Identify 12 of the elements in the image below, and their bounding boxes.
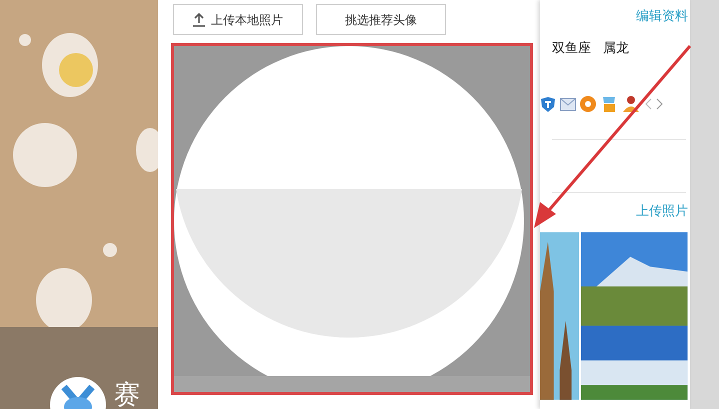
disc-icon xyxy=(580,96,596,112)
figure-icon xyxy=(622,95,640,113)
user-name: 赛 xyxy=(114,381,140,409)
mail-icon xyxy=(560,98,576,110)
upload-icon xyxy=(193,12,205,26)
upload-button[interactable]: 上传本地照片 xyxy=(173,4,303,35)
next-icon[interactable] xyxy=(656,98,664,110)
previous-icon[interactable] xyxy=(644,98,652,110)
profile-tag: 属龙 xyxy=(603,38,629,57)
choose-avatar-button[interactable]: 挑选推荐头像 xyxy=(316,4,446,35)
rabbit-avatar-icon xyxy=(50,377,106,409)
profile-tag: 双鱼座 xyxy=(552,38,591,57)
